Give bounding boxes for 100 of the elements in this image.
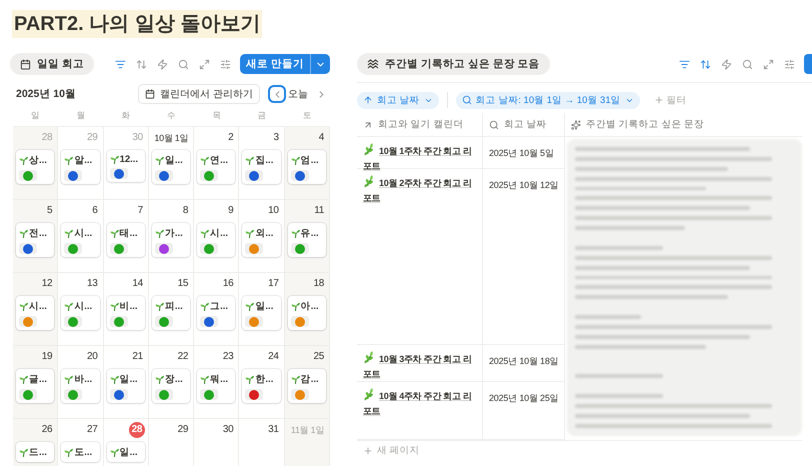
entry-title: 일... [120,373,138,386]
report-link[interactable]: 10월 3주차 주간 회고 리포트 [363,351,478,382]
date-number: 28 [128,422,145,438]
entry-card[interactable]: 상... [16,150,54,184]
sprout-icon [64,156,74,165]
sprout-icon [110,155,119,164]
sparkles-icon [571,120,581,130]
weekday-label: 토 [302,110,313,122]
expand-icon[interactable] [763,58,774,70]
report-link[interactable]: 10월 1주차 주간 회고 리포트 [363,143,478,174]
entry-title: 시... [74,227,92,240]
date-number: 26 [40,423,54,437]
entry-card[interactable]: 뭐... [197,369,236,403]
entry-card[interactable]: 가... [152,223,190,257]
entry-title: 시... [29,300,47,313]
entry-card[interactable]: 글... [16,369,54,403]
sprout-icon [19,448,28,457]
previous-button[interactable] [268,85,286,103]
entry-card[interactable]: 12... [106,150,145,182]
entry-card[interactable]: 도... [61,442,100,462]
entry-title: 바... [74,373,92,386]
date-number: 2 [227,131,234,145]
sort-icon[interactable] [136,58,148,70]
sprout-icon [245,156,254,165]
entry-card[interactable]: 일... [242,296,281,330]
date-number: 27 [86,423,99,437]
filter-icon[interactable] [679,58,690,70]
month-label: 2025년 10월 [15,87,76,101]
sprout-icon [154,375,164,384]
entry-card[interactable]: 그... [197,296,236,330]
entry-card[interactable]: 시... [197,223,236,257]
entry-card[interactable]: 감... [288,369,326,403]
page-title: PART2. 나의 일상 돌아보기 [12,10,262,38]
sprout-icon [290,156,300,165]
entry-card[interactable]: 바... [61,369,100,403]
today-button[interactable]: 오늘 [286,87,310,101]
view-tab[interactable]: 일일 회고 [10,53,94,75]
entry-title: 시... [210,227,228,240]
entry-card[interactable]: 비... [106,296,145,330]
date-number: 31 [267,423,280,437]
entry-title: 외... [255,227,274,240]
entry-card[interactable]: 시... [16,296,54,330]
date-number: 12 [40,277,54,291]
entry-card[interactable]: 장... [152,369,190,403]
sprout-icon [200,156,210,165]
entry-title: 12... [120,154,138,165]
date-cell: 2025년 10월 25일 [489,393,558,403]
entry-card[interactable]: 일... [106,442,145,462]
entry-card[interactable]: 시... [61,223,100,257]
column-header[interactable]: 주간별 기록하고 싶은 문장 [565,113,802,137]
search-icon [489,120,499,130]
entry-card[interactable]: 유... [288,223,326,257]
date-number: 11월 1일 [290,424,325,437]
entry-card[interactable]: 한... [242,369,281,403]
entry-title: 드... [29,446,47,459]
entry-card[interactable]: 태... [106,223,145,257]
entry-card[interactable]: 외... [242,223,281,257]
entry-title: 일... [120,446,138,459]
entry-card[interactable]: 연... [197,150,236,184]
new-button-edge[interactable] [804,54,812,74]
entry-title: 뭐... [210,373,228,386]
entry-card[interactable]: 엄... [288,150,326,184]
search-icon[interactable] [742,58,753,70]
entry-card[interactable]: 알... [61,150,100,184]
report-link[interactable]: 10월 2주차 주간 회고 리포트 [363,175,478,206]
manage-calendar-button[interactable]: 캘린더에서 관리하기 [138,84,260,104]
column-header[interactable]: 회고 날짜 [483,113,565,137]
search-icon[interactable] [178,58,190,70]
settings-icon[interactable] [220,58,232,70]
date-number: 7 [136,204,144,218]
entry-card[interactable]: 드... [16,442,54,462]
date-number: 15 [176,277,190,291]
filter-icon[interactable] [115,58,126,70]
entry-title: 태... [120,227,138,240]
sprout-icon [64,302,74,311]
plus-icon [654,95,664,105]
entry-title: 피... [164,300,183,313]
entry-card[interactable]: 일... [106,369,145,403]
entry-card[interactable]: 피... [152,296,190,330]
view-tab[interactable]: 주간별 기록하고 싶은 문장 모음 [357,53,550,75]
entry-card[interactable]: 전... [16,223,54,257]
entry-card[interactable]: 시... [61,296,100,330]
column-header[interactable]: 회고와 일기 캘린더 [357,113,483,137]
date-number: 11 [313,204,325,218]
date-cell: 2025년 10월 12일 [489,180,558,190]
entry-card[interactable]: 아... [288,296,326,330]
sprout-icon [110,375,119,384]
entry-card[interactable]: 일... [152,150,190,184]
sort-icon[interactable] [700,58,711,70]
lightning-icon[interactable] [721,58,732,70]
date-number: 30 [131,131,144,145]
weekday-label: 화 [120,110,132,122]
expand-icon[interactable] [199,58,210,70]
entry-card[interactable]: 집... [242,150,281,184]
settings-icon[interactable] [784,58,795,70]
report-link[interactable]: 10월 4주차 주간 회고 리포트 [363,388,478,419]
new-button[interactable]: 새로 만들기 [240,54,330,74]
sprout-icon [290,302,300,311]
lightning-icon[interactable] [157,58,168,70]
sprout-icon [19,156,28,165]
